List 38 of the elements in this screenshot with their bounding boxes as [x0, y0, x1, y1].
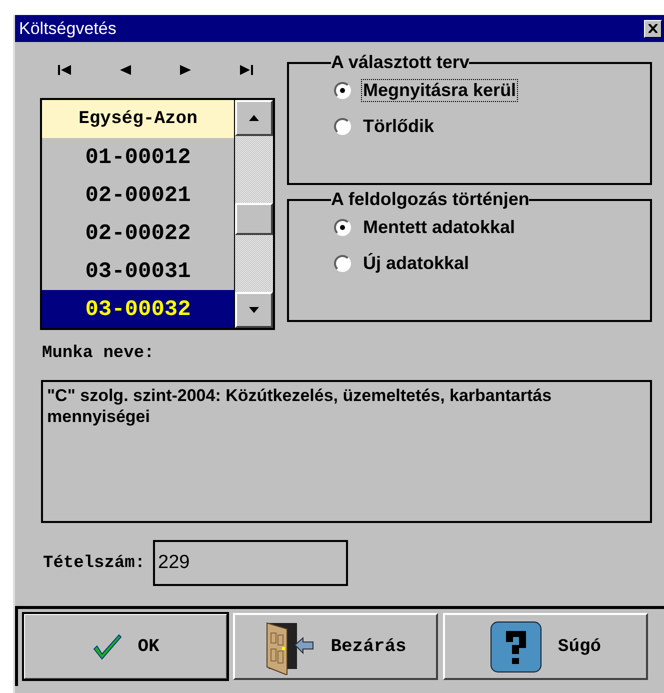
first-record-icon[interactable]: [58, 65, 72, 75]
help-icon: [490, 620, 542, 672]
last-record-icon[interactable]: [238, 65, 253, 75]
column-header[interactable]: Egység-Azon: [42, 100, 234, 138]
radio-button[interactable]: [334, 82, 351, 98]
list-row[interactable]: 02-00021: [42, 176, 234, 214]
group-title: A feldolgozás történjen: [331, 189, 530, 210]
close-icon: [648, 24, 658, 33]
radio-button[interactable]: [334, 218, 351, 236]
radio-option[interactable]: Megnyitásra kerül: [334, 75, 650, 105]
up-arrow-icon: [249, 115, 259, 121]
group-title: A választott terv: [331, 52, 470, 73]
list-row[interactable]: 03-00032: [42, 290, 234, 328]
help-button[interactable]: Súgó: [443, 613, 648, 680]
close-dialog-button[interactable]: Bezárás: [233, 613, 438, 680]
radio-option[interactable]: Törlődik: [334, 111, 650, 141]
list-row[interactable]: 01-00012: [42, 138, 234, 176]
field-label: Munka neve:: [42, 344, 156, 365]
previous-icon[interactable]: [120, 65, 132, 75]
field-label: Tételszám:: [43, 554, 146, 572]
list-row[interactable]: 02-00022: [42, 214, 234, 252]
close-button[interactable]: [644, 20, 662, 38]
window-title: Költségvetés: [19, 18, 116, 38]
scrollbar[interactable]: [234, 100, 273, 328]
ok-button[interactable]: OK: [23, 613, 228, 680]
radio-option[interactable]: Új adatokkal: [334, 248, 650, 278]
work-name-field[interactable]: "C" szolg. szint-2004: Közútkezelés, üzemeltetés, karbantartás mennyiségei: [41, 380, 652, 523]
scroll-up-button[interactable]: [235, 100, 273, 136]
scroll-thumb[interactable]: [235, 203, 273, 235]
item-count-field[interactable]: 229: [153, 540, 348, 586]
checkmark-icon: [92, 632, 122, 660]
radio-button[interactable]: [334, 118, 351, 134]
list-row[interactable]: 03-00031: [42, 252, 234, 290]
radio-button[interactable]: [334, 254, 351, 272]
radio-option[interactable]: Mentett adatokkal: [334, 212, 650, 242]
scroll-down-button[interactable]: [235, 292, 273, 328]
next-icon[interactable]: [180, 65, 191, 75]
down-arrow-icon: [249, 307, 259, 313]
